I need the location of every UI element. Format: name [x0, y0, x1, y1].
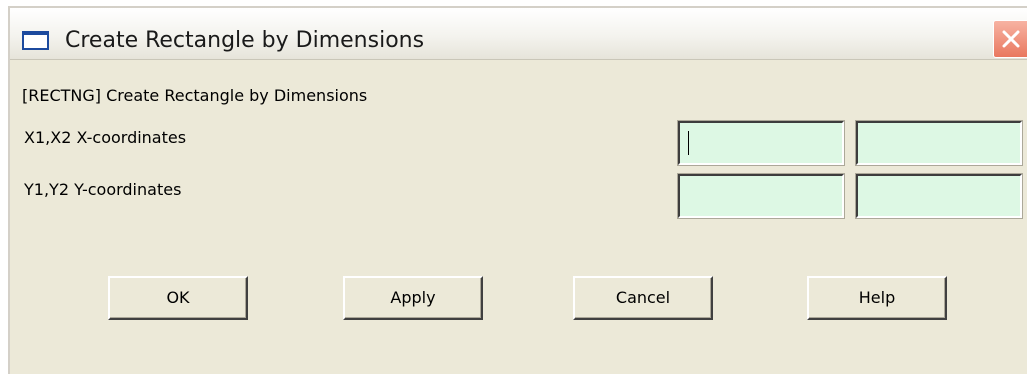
- dialog-window: Create Rectangle by Dimensions [RECTNG] …: [8, 6, 1027, 374]
- window-title: Create Rectangle by Dimensions: [65, 28, 425, 53]
- command-label: [RECTNG] Create Rectangle by Dimensions: [22, 86, 368, 105]
- y-coordinates-label: Y1,Y2 Y-coordinates: [24, 180, 182, 199]
- text-caret: [688, 131, 689, 155]
- x1-input[interactable]: [677, 120, 845, 166]
- x-coordinates-label: X1,X2 X-coordinates: [24, 128, 187, 147]
- help-button[interactable]: Help: [807, 276, 947, 320]
- apply-button[interactable]: Apply: [343, 276, 483, 320]
- y1-input[interactable]: [677, 173, 845, 219]
- cancel-button[interactable]: Cancel: [573, 276, 713, 320]
- window-icon: [22, 31, 49, 50]
- title-bar[interactable]: Create Rectangle by Dimensions: [10, 8, 1027, 60]
- y2-input[interactable]: [855, 173, 1023, 219]
- close-icon: [1002, 30, 1020, 48]
- ok-button[interactable]: OK: [108, 276, 248, 320]
- x2-input[interactable]: [855, 120, 1023, 166]
- close-button[interactable]: [993, 20, 1027, 58]
